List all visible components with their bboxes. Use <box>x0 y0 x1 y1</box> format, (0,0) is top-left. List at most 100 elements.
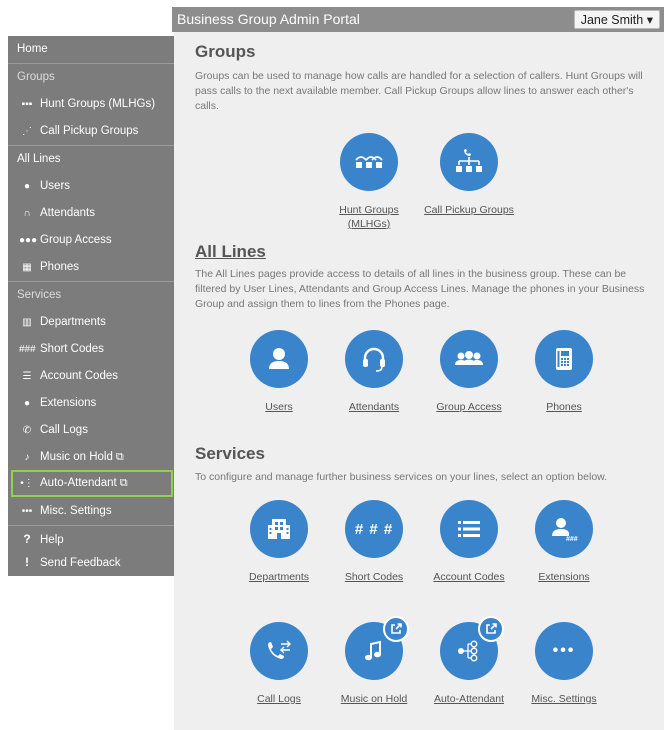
group-access-icon <box>440 330 498 388</box>
call-log-icon: ✆ <box>22 425 32 436</box>
external-link-icon <box>478 616 504 642</box>
sidebar-item-departments[interactable]: ▥ Departments <box>8 309 174 336</box>
tile-label: Users <box>265 401 293 413</box>
list-icon <box>440 500 498 558</box>
sidebar-item-label: Users <box>40 180 71 192</box>
auto-attendant-icon: •⋮ <box>20 478 34 489</box>
section-heading-services: Services <box>195 444 265 463</box>
tile-hunt-groups[interactable]: Hunt Groups (MLHGs) <box>324 133 414 231</box>
sidebar-item-phones[interactable]: ▦ Phones <box>8 254 174 281</box>
tile-label: Extensions <box>538 571 590 583</box>
tile-departments[interactable]: Departments <box>234 500 324 584</box>
sidebar-item-all-lines[interactable]: All Lines <box>8 146 174 173</box>
hunt-group-icon: ▪▪▪ <box>21 99 33 110</box>
sidebar-item-label: Auto-Attendant <box>40 477 117 489</box>
call-log-icon <box>250 622 308 680</box>
tile-label: Call Pickup Groups <box>424 204 514 216</box>
music-icon <box>345 616 409 680</box>
sidebar-item-label: Services <box>17 289 62 301</box>
tile-account-codes[interactable]: Account Codes <box>424 500 514 584</box>
call-pickup-icon: ⋰ <box>22 126 32 137</box>
tile-call-logs[interactable]: Call Logs <box>234 622 324 706</box>
sidebar-item-home[interactable]: Home <box>8 36 174 63</box>
tile-auto-attendant[interactable]: Auto-Attendant <box>424 616 514 706</box>
tile-group-access[interactable]: Group Access <box>424 330 514 414</box>
headset-icon: ∩ <box>23 208 31 219</box>
sidebar-item-label: Group Access <box>40 234 112 246</box>
sidebar-item-extensions[interactable]: ● Extensions <box>8 390 174 417</box>
tile-extensions[interactable]: ### Extensions <box>519 500 609 584</box>
section-heading-all-lines[interactable]: All Lines <box>195 242 266 262</box>
hash-glyph: # # # <box>354 520 394 538</box>
section-description-all-lines: The All Lines pages provide access to de… <box>195 268 645 310</box>
music-icon: ♪ <box>24 452 30 463</box>
tile-label: Call Logs <box>257 693 301 705</box>
hunt-group-icon <box>340 133 398 191</box>
sidebar-section-services: Services <box>8 282 174 309</box>
sidebar-item-label: Attendants <box>40 207 95 219</box>
tile-label: Music on Hold <box>340 693 408 705</box>
external-link-icon: ⧉ <box>119 477 128 489</box>
external-link-icon <box>383 616 409 642</box>
tile-label: Hunt Groups (MLHGs) <box>339 204 399 230</box>
call-pickup-icon <box>440 133 498 191</box>
user-icon: ● <box>23 181 31 192</box>
sidebar-item-label: Extensions <box>40 397 97 409</box>
sidebar-item-label: Phones <box>40 261 80 273</box>
tile-label: Account Codes <box>433 571 505 583</box>
sidebar-item-hunt-groups[interactable]: ▪▪▪ Hunt Groups (MLHGs) <box>8 91 174 118</box>
hash-icon: # # # <box>345 500 403 558</box>
user-icon <box>250 330 308 388</box>
sidebar-item-group-access[interactable]: ●●● Group Access <box>8 227 174 254</box>
user-hash-icon: ● <box>23 398 31 409</box>
sidebar-item-users[interactable]: ● Users <box>8 173 174 200</box>
tile-short-codes[interactable]: # # # Short Codes <box>329 500 419 584</box>
svg-text:###: ### <box>566 536 578 543</box>
tile-users[interactable]: Users <box>234 330 324 414</box>
tile-label: Departments <box>248 571 310 583</box>
user-menu-button[interactable]: Jane Smith ▾ <box>573 10 660 29</box>
list-icon: ☰ <box>22 371 32 382</box>
tile-call-pickup-groups[interactable]: Call Pickup Groups <box>424 133 514 217</box>
tile-label: Short Codes <box>344 571 404 583</box>
building-icon: ▥ <box>22 317 32 328</box>
sidebar-item-label: Account Codes <box>40 370 118 382</box>
user-hash-icon: ### <box>535 500 593 558</box>
exclamation-icon: ! <box>25 555 29 569</box>
sidebar-item-label: Call Pickup Groups <box>40 125 139 137</box>
sidebar-item-label: Misc. Settings <box>40 505 112 517</box>
sidebar-item-attendants[interactable]: ∩ Attendants <box>8 200 174 227</box>
sidebar-item-misc-settings[interactable]: ••• Misc. Settings <box>8 498 174 525</box>
tile-music-on-hold[interactable]: Music on Hold <box>329 616 419 706</box>
building-icon <box>250 500 308 558</box>
group-access-icon: ●●● <box>19 235 38 246</box>
ellipsis-icon: ••• <box>21 506 33 517</box>
sidebar-item-account-codes[interactable]: ☰ Account Codes <box>8 363 174 390</box>
app-title: Business Group Admin Portal <box>177 11 360 27</box>
main-content: Groups Groups can be used to manage how … <box>174 32 664 730</box>
sidebar-item-send-feedback[interactable]: ! Send Feedback <box>8 549 174 576</box>
sidebar-item-music-on-hold[interactable]: ♪ Music on Hold ⧉ <box>8 444 174 471</box>
tile-misc-settings[interactable]: ••• Misc. Settings <box>519 622 609 706</box>
sidebar-item-label: Home <box>17 43 48 55</box>
sidebar-item-label: Hunt Groups (MLHGs) <box>40 98 156 110</box>
sidebar-section-groups: Groups <box>8 64 174 91</box>
phone-icon <box>535 330 593 388</box>
tile-label: Attendants <box>348 401 400 413</box>
sidebar-item-label: Send Feedback <box>40 557 121 569</box>
user-name: Jane Smith <box>580 13 644 27</box>
sidebar-item-call-pickup[interactable]: ⋰ Call Pickup Groups <box>8 118 174 145</box>
sidebar-item-short-codes[interactable]: ### Short Codes <box>8 336 174 363</box>
sidebar-item-label: Help <box>40 534 64 546</box>
top-bar: Business Group Admin Portal Jane Smith ▾ <box>172 7 664 32</box>
chevron-down-icon: ▾ <box>646 13 653 27</box>
tile-label: Group Access <box>436 401 502 413</box>
tile-phones[interactable]: Phones <box>519 330 609 414</box>
headset-icon <box>345 330 403 388</box>
sidebar-item-call-logs[interactable]: ✆ Call Logs <box>8 417 174 444</box>
sidebar-item-label: Departments <box>40 316 106 328</box>
tile-label: Misc. Settings <box>531 693 597 705</box>
tile-attendants[interactable]: Attendants <box>329 330 419 414</box>
sidebar-item-auto-attendant[interactable]: •⋮ Auto-Attendant ⧉ <box>11 470 173 497</box>
sidebar-item-label: Groups <box>17 71 55 83</box>
